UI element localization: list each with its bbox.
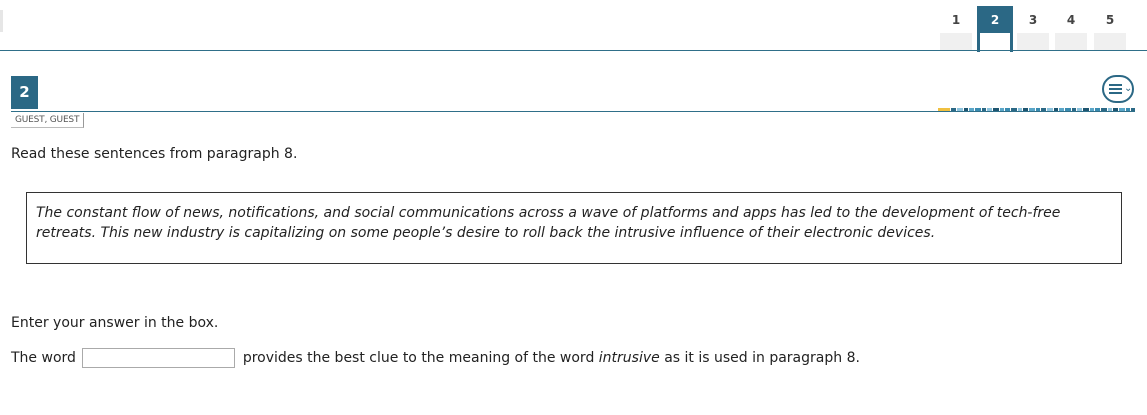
left-nav-stub: [0, 10, 3, 32]
question-tab-1[interactable]: 1: [938, 6, 974, 51]
passage-text: The constant flow of news, notifications…: [36, 205, 1061, 241]
user-name-tag: GUEST, GUEST: [11, 113, 85, 128]
question-number-badge: 2: [11, 76, 38, 109]
answer-prefix: The word: [11, 350, 76, 366]
question-tab-label: 4: [1066, 13, 1076, 27]
passage-box: The constant flow of news, notifications…: [26, 192, 1122, 264]
question-tab-label: 1: [951, 13, 961, 27]
question-menu-button[interactable]: ⌄: [1102, 75, 1134, 103]
menu-lines-icon: [1109, 84, 1122, 96]
answer-suffix: provides the best clue to the meaning of…: [242, 350, 595, 366]
question-tab-label: 2: [990, 13, 1000, 27]
answer-sentence: The word provides the best clue to the m…: [11, 348, 860, 368]
question-tab-5[interactable]: 5: [1092, 6, 1128, 51]
nav-divider: [0, 50, 1147, 51]
answer-input[interactable]: [82, 348, 236, 368]
question-tab-label: 5: [1105, 13, 1115, 27]
answer-suffix-end: as it is used in paragraph 8.: [664, 350, 860, 366]
question-tab-indicator: [1055, 33, 1087, 51]
question-tab-3[interactable]: 3: [1015, 6, 1051, 51]
answer-instruction: Enter your answer in the box.: [11, 315, 219, 331]
question-divider: [11, 111, 1135, 112]
question-tab-indicator: [1094, 33, 1126, 51]
question-tab-4[interactable]: 4: [1053, 6, 1089, 51]
question-tab-indicator: [1017, 33, 1049, 51]
question-prompt: Read these sentences from paragraph 8.: [11, 146, 298, 162]
question-tab-indicator: [940, 33, 972, 51]
answer-keyword: intrusive: [598, 350, 660, 366]
chevron-down-icon: ⌄: [1124, 83, 1133, 94]
question-tab-2[interactable]: 2: [977, 6, 1013, 53]
question-tab-label: 3: [1028, 13, 1038, 27]
